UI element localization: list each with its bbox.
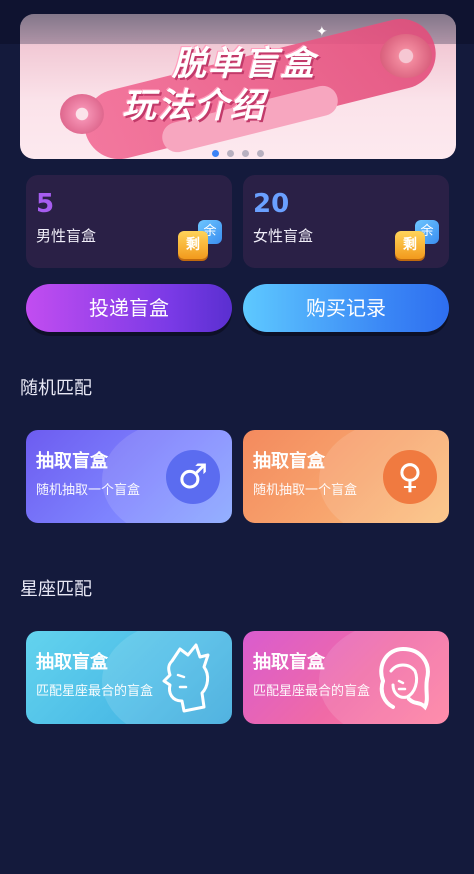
male-symbol-icon: ♂ xyxy=(166,450,220,504)
remaining-badge-icon: 剩 xyxy=(178,231,208,259)
female-head-icon xyxy=(379,646,430,711)
card-title: 抽取盲盒 xyxy=(253,451,325,472)
draw-male-constellation-card[interactable]: 抽取盲盒 匹配星座最合的盲盒 xyxy=(26,631,232,724)
donut-decoration-icon xyxy=(60,94,104,134)
random-match-heading: 随机匹配 xyxy=(20,378,92,399)
remaining-badge-icon: 剩 xyxy=(395,231,425,259)
draw-male-random-card[interactable]: 抽取盲盒 随机抽取一个盲盒 ♂ xyxy=(26,430,232,523)
purchase-records-button[interactable]: 购买记录 xyxy=(243,284,449,332)
female-box-count-card: 20 女性盲盒 余 剩 xyxy=(243,175,449,268)
card-title: 抽取盲盒 xyxy=(253,652,325,673)
male-box-count-card: 5 男性盲盒 余 剩 xyxy=(26,175,232,268)
card-subtitle: 随机抽取一个盲盒 xyxy=(36,483,141,498)
female-box-count: 20 xyxy=(253,189,290,219)
female-symbol-icon: ♀ xyxy=(383,450,437,504)
card-title: 抽取盲盒 xyxy=(36,652,108,673)
donut-decoration-icon xyxy=(380,34,432,78)
carousel-dot[interactable] xyxy=(227,150,234,157)
card-subtitle: 匹配星座最合的盲盒 xyxy=(253,684,371,699)
male-head-icon xyxy=(162,643,210,713)
male-box-count: 5 xyxy=(36,189,55,219)
draw-female-random-card[interactable]: 抽取盲盒 随机抽取一个盲盒 ♀ xyxy=(243,430,449,523)
card-subtitle: 匹配星座最合的盲盒 xyxy=(36,684,154,699)
carousel-dot[interactable] xyxy=(242,150,249,157)
card-title: 抽取盲盒 xyxy=(36,451,108,472)
sparkle-icon: ✦ xyxy=(316,24,328,40)
carousel-dot[interactable] xyxy=(257,150,264,157)
constellation-match-heading: 星座匹配 xyxy=(20,579,92,600)
draw-female-constellation-card[interactable]: 抽取盲盒 匹配星座最合的盲盒 xyxy=(243,631,449,724)
card-subtitle: 随机抽取一个盲盒 xyxy=(253,483,358,498)
banner-title-line2: 玩法介绍 xyxy=(122,86,266,126)
intro-banner[interactable]: ✦ ✦ 脱单盲盒 玩法介绍 xyxy=(20,14,456,159)
deliver-box-button[interactable]: 投递盲盒 xyxy=(26,284,232,332)
carousel-indicator xyxy=(20,150,456,157)
carousel-dot-active[interactable] xyxy=(212,150,219,157)
female-box-label: 女性盲盒 xyxy=(253,227,314,245)
male-box-label: 男性盲盒 xyxy=(36,227,97,245)
